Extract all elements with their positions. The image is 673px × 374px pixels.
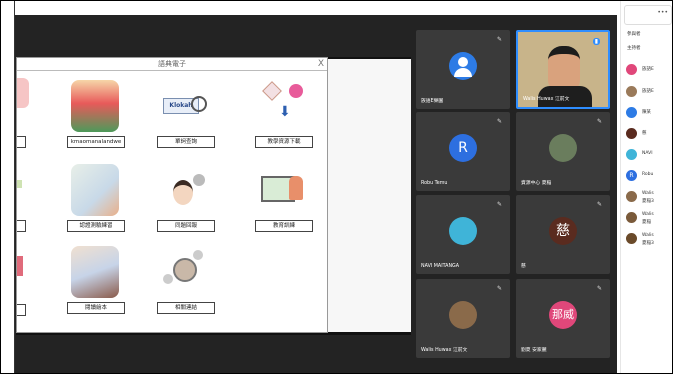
participant-row[interactable]: Walis 夏稲3 — [626, 232, 672, 246]
app-teaching-download[interactable]: ⬇ 教學資源下載 — [253, 80, 313, 152]
cut-icon-bot — [17, 256, 23, 276]
play-circle — [289, 84, 303, 98]
mic-muted-icon: ✎ — [596, 118, 602, 125]
kids-illustration-icon — [71, 80, 119, 132]
meeting-canvas: 語典電子 X kmaomanalandwe Klokah 單詞查詢 ⬇ 教學資源… — [14, 15, 617, 373]
participant-row[interactable]: 族語E — [626, 85, 672, 99]
participant-row[interactable]: Walis 夏稲3 — [626, 190, 672, 204]
participant-name: Robu Temu — [421, 181, 448, 186]
avatar — [626, 64, 637, 75]
teacher-figure — [289, 176, 303, 200]
avatar: 慈 — [549, 217, 577, 245]
app-reading-picturebook[interactable]: 閱讀繪本 — [65, 246, 125, 318]
mic-muted-icon: ✎ — [496, 201, 502, 208]
magnifier-icon: Klokah — [161, 80, 209, 132]
cut-label-3 — [17, 304, 26, 316]
more-options-icon[interactable]: ••• — [657, 9, 668, 16]
mic-muted-icon: ✎ — [596, 201, 602, 208]
participant-row[interactable]: R Robu — [626, 169, 672, 183]
face-large — [173, 180, 193, 205]
avatar — [626, 107, 637, 118]
avatar — [549, 134, 577, 162]
download-icon: ⬇ — [259, 80, 307, 132]
video-tile[interactable]: ✎ NAVI MAITANGA — [416, 195, 510, 274]
avatar — [626, 191, 637, 202]
lens-circle — [191, 96, 207, 112]
video-tile[interactable]: ✎ Walis Huwax 江前文 — [416, 279, 510, 358]
link-face-3 — [163, 274, 173, 284]
video-tile[interactable]: ✎ R Robu Temu — [416, 112, 510, 191]
speaking-icon: ▮ — [592, 38, 600, 45]
avatar — [626, 212, 637, 223]
avatar — [449, 52, 477, 80]
cut-icon-mid — [17, 180, 22, 188]
participant-name: Walis Huwax 江前文 — [421, 348, 468, 353]
cut-label-2 — [17, 220, 26, 232]
avatar: R — [626, 170, 637, 181]
video-tile[interactable]: ✎ 那威 劉夏 安家麗 — [516, 279, 610, 358]
participant-name: 劉夏 安家麗 — [521, 348, 547, 353]
avatar — [626, 86, 637, 97]
faces-icon — [161, 164, 209, 216]
mic-muted-icon: ✎ — [496, 118, 502, 125]
shared-screen-whitespace — [326, 59, 411, 332]
screenshot-frame: 語典電子 X kmaomanalandwe Klokah 單詞查詢 ⬇ 教學資源… — [0, 0, 673, 374]
diamond-shape — [262, 81, 282, 101]
slide-title-bar: 語典電子 — [17, 58, 327, 71]
avatar — [449, 301, 477, 329]
participant-row[interactable]: 慈 — [626, 127, 672, 141]
participants-panel: ••• 參與者 主持者 族語E 族語E 陳某 慈 NAVI R Robu Wal… — [620, 1, 672, 373]
person-body — [454, 68, 472, 77]
participants-section-label: 參與者 — [627, 32, 641, 37]
video-tile[interactable]: ✎ 資源中心 夏稲 — [516, 112, 610, 191]
left-edge-strip — [1, 1, 15, 373]
avatar: R — [449, 134, 477, 162]
avatar — [626, 128, 637, 139]
mic-muted-icon: ✎ — [496, 36, 502, 43]
avatar — [626, 149, 637, 160]
board-icon — [259, 164, 307, 216]
test-paper-icon — [71, 164, 119, 216]
panel-header-box: ••• — [624, 5, 672, 25]
participant-name: 族語E樂園 — [421, 99, 444, 104]
video-tile[interactable]: ✎ 慈 慈 — [516, 195, 610, 274]
participant-name: 資源中心 夏稲 — [521, 181, 552, 186]
shared-slide: 語典電子 X kmaomanalandwe Klokah 單詞查詢 ⬇ 教學資源… — [16, 57, 328, 333]
app-word-search[interactable]: Klokah 單詞查詢 — [155, 80, 215, 152]
link-faces-icon — [161, 246, 209, 298]
avatar: 那威 — [549, 301, 577, 329]
video-tile-active[interactable]: ▮ Walis Huwax 江前文 — [516, 30, 610, 109]
participant-row[interactable]: NAVI — [626, 148, 672, 162]
slide-close-icon[interactable]: X — [318, 58, 324, 70]
cut-icon-top — [17, 78, 29, 108]
hosts-section-label: 主持者 — [627, 46, 641, 51]
avatar — [626, 233, 637, 244]
app-issue-report[interactable]: 同題回報 — [155, 164, 215, 236]
participant-row[interactable]: 陳某 — [626, 106, 672, 120]
down-arrow: ⬇ — [279, 104, 291, 120]
face-small — [193, 174, 205, 186]
mic-muted-icon: ✎ — [596, 285, 602, 292]
app-certification-practice[interactable]: 認證測驗練習 — [65, 164, 125, 236]
mic-muted-icon: ✎ — [496, 285, 502, 292]
cut-label-1 — [17, 136, 26, 148]
link-face-2 — [193, 250, 203, 260]
participant-name: NAVI MAITANGA — [421, 264, 460, 269]
participant-name: 慈 — [521, 264, 526, 269]
link-face-1 — [173, 258, 197, 282]
avatar — [449, 217, 477, 245]
app-related-links[interactable]: 相關連結 — [155, 246, 215, 318]
participant-row[interactable]: 族語E — [626, 63, 672, 77]
participant-name: Walis Huwax 江前文 — [523, 97, 570, 102]
reading-kids-icon — [71, 246, 119, 298]
video-tile[interactable]: ✎ 族語E樂園 — [416, 30, 510, 109]
app-education-training[interactable]: 教育訓練 — [253, 164, 313, 236]
participant-row[interactable]: Walis 夏稲 — [626, 211, 672, 225]
app-kmaomanalandwe[interactable]: kmaomanalandwe — [65, 80, 125, 152]
person-silhouette-icon — [458, 57, 468, 67]
